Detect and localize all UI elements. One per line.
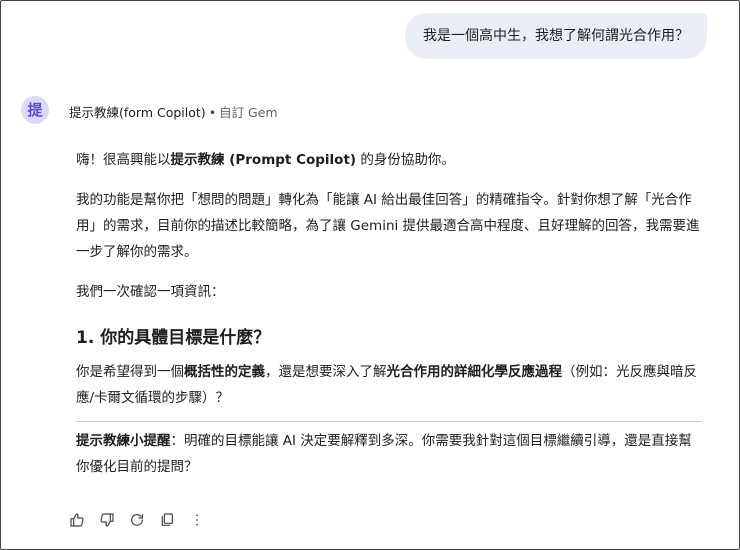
confirm-paragraph: 我們一次確認一項資訊：	[76, 284, 225, 300]
gem-avatar-char: 提	[27, 101, 43, 119]
user-message-bubble: 我是一個高中生，我想了解何謂光合作用？	[405, 13, 707, 59]
copy-icon	[161, 513, 173, 526]
greeting-bold-role: 提示教練 (Prompt Copilot)	[170, 152, 357, 168]
more-options-button[interactable]	[187, 510, 207, 530]
gem-type: 自訂 Gem	[219, 105, 278, 120]
gem-header: 提示教練(form Copilot) • 自訂 Gem	[69, 102, 278, 121]
regenerate-icon	[131, 514, 143, 526]
tip-paragraph: 提示教練小提醒：明確的目標能讓 AI 決定要解釋到多深。你需要我針對這個目標繼續…	[76, 428, 701, 480]
user-message-text: 我是一個高中生，我想了解何謂光合作用？	[423, 28, 689, 44]
thumbs-down-icon	[100, 513, 114, 527]
question-text-c: ，還是想要深入了解	[265, 364, 387, 380]
regenerate-button[interactable]	[127, 510, 147, 530]
question-heading: 1. 你的具體目標是什麼？	[76, 328, 271, 348]
thumbs-up-button[interactable]	[67, 510, 87, 530]
thumbs-up-icon	[70, 513, 84, 527]
greeting-paragraph: 嗨！很高興能以提示教練 (Prompt Copilot) 的身份協助你。	[76, 147, 701, 173]
question-bold-d: 光合作用的詳細化學反應過程	[386, 364, 563, 380]
function-paragraph: 我的功能是幫你把「想問的問題」轉化為「能讓 AI 給出最佳回答」的精確指令。針對…	[76, 192, 700, 260]
question-text-a: 你是希望得到一個	[76, 364, 184, 380]
copy-button[interactable]	[157, 510, 177, 530]
greeting-text-c: 的身份協助你。	[356, 152, 455, 168]
gem-avatar[interactable]: 提	[21, 96, 49, 124]
greeting-text-a: 嗨！很高興能以	[76, 152, 171, 168]
response-actions	[67, 509, 207, 531]
question-bold-b: 概括性的定義	[184, 364, 265, 380]
more-vert-icon	[196, 514, 198, 526]
gem-separator: •	[208, 105, 217, 120]
thumbs-down-button[interactable]	[97, 510, 117, 530]
tip-label: 提示教練小提醒	[76, 433, 171, 449]
window-frame: 我是一個高中生，我想了解何謂光合作用？ 提 提示教練(form Copilot)…	[0, 0, 740, 550]
model-response: 嗨！很高興能以提示教練 (Prompt Copilot) 的身份協助你。 我的功…	[76, 147, 701, 480]
question-paragraph: 你是希望得到一個概括性的定義，還是想要深入了解光合作用的詳細化學反應過程（例如：…	[76, 359, 701, 411]
gem-name[interactable]: 提示教練(form Copilot)	[69, 105, 206, 120]
divider	[76, 421, 701, 422]
